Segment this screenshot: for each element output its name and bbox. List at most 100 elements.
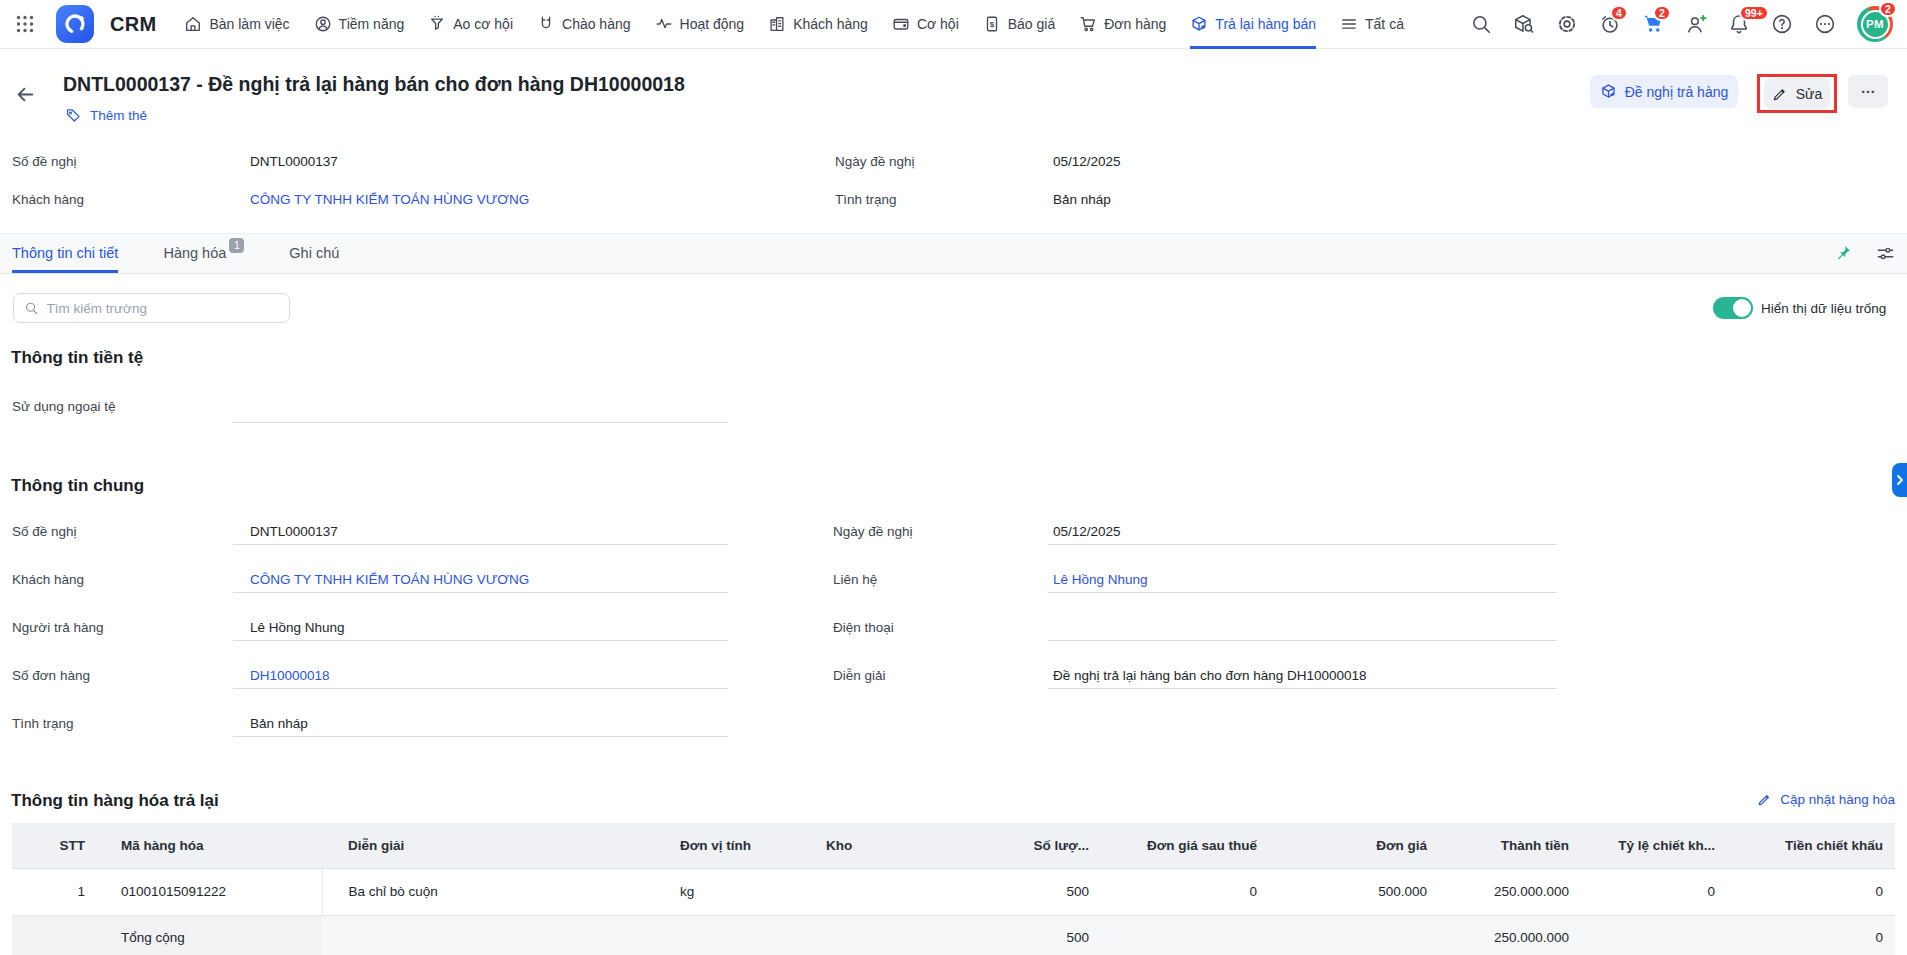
highlight-annotation — [1757, 74, 1837, 113]
avatar-badge: 2 — [1879, 1, 1897, 17]
pencil-icon — [1757, 792, 1772, 807]
reminder-clock-icon[interactable]: 4 — [1599, 13, 1621, 35]
field-value-cell[interactable]: DNTL0000137 — [233, 522, 728, 545]
field-value-cell[interactable] — [1048, 618, 1557, 641]
nav-item-chao-hang[interactable]: Chào hàng — [537, 0, 631, 49]
show-empty-toggle[interactable] — [1713, 297, 1753, 319]
nav-item-tra-lai-hang-ban[interactable]: Trả lại hàng bán — [1190, 0, 1316, 49]
total-label: Tổng cộng — [100, 915, 322, 955]
field-settings-icon[interactable] — [1876, 244, 1895, 263]
tab-thong-tin-chi-tiet[interactable]: Thông tin chi tiết — [12, 234, 118, 273]
nav-item-khach-hang[interactable]: Khách hàng — [768, 0, 868, 49]
nav-item-ban-lam-viec[interactable]: Bàn làm việc — [184, 0, 289, 49]
main-nav: Bàn làm việc Tiềm năng Ao cơ hội Chào hà… — [184, 0, 1403, 49]
notifications-bell-icon[interactable]: 99+ — [1728, 13, 1750, 35]
settings-gear-icon[interactable] — [1556, 13, 1578, 35]
more-actions-button[interactable]: … — [1848, 75, 1888, 108]
nav-item-hoat-dong[interactable]: Hoạt động — [655, 0, 745, 49]
summary-label: Số đề nghị — [12, 154, 77, 169]
add-tag-link[interactable]: Thêm thẻ — [65, 107, 147, 124]
summary-value: 05/12/2025 — [1053, 154, 1121, 169]
col-kho: Kho — [800, 823, 955, 868]
field-label: Điện thoại — [833, 620, 894, 635]
field-label: Sử dụng ngoại tệ — [12, 399, 116, 414]
help-icon[interactable] — [1771, 13, 1793, 35]
app-name: CRM — [110, 13, 156, 36]
field-value-cell[interactable]: Bản nháp — [233, 714, 728, 737]
add-user-icon[interactable] — [1685, 13, 1707, 35]
field-label: Số đề nghị — [12, 524, 77, 539]
field-value-cell[interactable]: Đề nghị trả lại hàng bán cho đơn hàng DH… — [1048, 666, 1557, 689]
user-avatar[interactable]: PM2 — [1857, 6, 1893, 42]
total-discount: 0 — [1723, 915, 1895, 955]
table-footer-row: Tổng cộng 500 250.000.000 0 — [12, 915, 1895, 955]
field-value-cell[interactable]: DH10000018 — [233, 666, 728, 689]
summary-label: Ngày đề nghị — [835, 154, 915, 169]
cart-badge: 2 — [1653, 5, 1671, 21]
pin-icon[interactable] — [1833, 244, 1852, 263]
col-so-luong: Số lượ... — [955, 823, 1097, 868]
col-tien-chiet-khau: Tiền chiết khấu — [1723, 823, 1895, 868]
nav-item-don-hang[interactable]: Đơn hàng — [1079, 0, 1166, 49]
crm-app-logo-icon[interactable] — [56, 5, 94, 43]
field-value-cell[interactable]: CÔNG TY TNHH KIỂM TOÁN HÙNG VƯƠNG — [233, 570, 728, 593]
field-label: Diễn giải — [833, 668, 886, 683]
field-label: Số đơn hàng — [12, 668, 90, 683]
cart-icon[interactable]: 2 — [1642, 13, 1664, 35]
section-title-general: Thông tin chung — [11, 476, 144, 496]
col-ty-le-chiet-khau: Tỷ lệ chiết kh... — [1577, 823, 1723, 868]
customer-link[interactable]: CÔNG TY TNHH KIỂM TOÁN HÙNG VƯƠNG — [250, 572, 529, 587]
field-label: Người trả hàng — [12, 620, 103, 635]
field-label: Liên hệ — [833, 572, 877, 587]
customer-link[interactable]: CÔNG TY TNHH KIỂM TOÁN HÙNG VƯƠNG — [250, 192, 529, 207]
tab-hang-hoa[interactable]: Hàng hóa1 — [163, 234, 244, 273]
field-search-input[interactable] — [47, 301, 279, 316]
nav-item-ao-co-hoi[interactable]: Ao cơ hội — [428, 0, 513, 49]
back-arrow-icon[interactable] — [15, 84, 36, 105]
summary-label: Tình trạng — [835, 192, 897, 207]
app-grid-icon[interactable] — [14, 13, 36, 35]
show-empty-toggle-label: Hiển thị dữ liệu trống — [1761, 301, 1886, 316]
more-options-icon[interactable] — [1814, 13, 1836, 35]
tab-ghi-chu[interactable]: Ghi chú — [289, 234, 339, 273]
col-dien-giai: Diễn giải — [322, 823, 660, 868]
field-value-cell[interactable] — [233, 400, 728, 423]
field-label: Tình trạng — [12, 716, 74, 731]
tab-count-badge: 1 — [229, 238, 244, 253]
search-icon[interactable] — [1470, 13, 1492, 35]
total-amount: 250.000.000 — [1435, 915, 1577, 955]
page-title: DNTL0000137 - Đề nghị trả lại hàng bán c… — [63, 73, 685, 96]
field-label: Khách hàng — [12, 572, 84, 587]
col-don-vi-tinh: Đơn vị tính — [660, 823, 800, 868]
update-items-link[interactable]: Cập nhật hàng hóa — [1757, 792, 1895, 807]
tag-icon — [65, 107, 82, 124]
expand-panel-tab[interactable] — [1892, 463, 1907, 497]
nav-item-tiem-nang[interactable]: Tiềm năng — [314, 0, 405, 49]
items-table: STT Mã hàng hóa Diễn giải Đơn vị tính Kh… — [12, 823, 1895, 955]
field-search-box[interactable] — [13, 293, 290, 323]
search-icon — [24, 300, 39, 316]
nav-item-co-hoi[interactable]: Cơ hội — [892, 0, 959, 49]
order-link[interactable]: DH10000018 — [250, 668, 330, 683]
nav-item-bao-gia[interactable]: $Báo giá — [983, 0, 1055, 49]
col-thanh-tien: Thành tiền — [1435, 823, 1577, 868]
top-navbar: CRM Bàn làm việc Tiềm năng Ao cơ hội Chà… — [0, 0, 1907, 49]
contact-link[interactable]: Lê Hồng Nhung — [1053, 572, 1148, 587]
navbar-actions: 4 2 99+ PM2 — [1470, 6, 1893, 42]
return-box-icon — [1600, 83, 1617, 100]
chevron-right-icon — [1895, 474, 1905, 486]
return-request-button[interactable]: Đề nghị trả hàng — [1590, 75, 1738, 108]
table-row[interactable]: 1 01001015091222 Ba chỉ bò cuộn kg 500 0… — [12, 868, 1895, 915]
product-search-icon[interactable] — [1513, 13, 1535, 35]
detail-tabbar: Thông tin chi tiết Hàng hóa1 Ghi chú — [0, 233, 1907, 274]
table-header-row: STT Mã hàng hóa Diễn giải Đơn vị tính Kh… — [12, 823, 1895, 868]
summary-value: Bản nháp — [1053, 192, 1111, 207]
section-title-items: Thông tin hàng hóa trả lại — [11, 791, 219, 811]
total-quantity: 500 — [955, 915, 1097, 955]
col-ma-hang-hoa: Mã hàng hóa — [100, 823, 322, 868]
field-value-cell[interactable]: Lê Hồng Nhung — [1048, 570, 1557, 593]
field-value-cell[interactable]: 05/12/2025 — [1048, 522, 1557, 545]
nav-item-tat-ca[interactable]: Tất cả — [1340, 0, 1404, 49]
field-value-cell[interactable]: Lê Hồng Nhung — [233, 618, 728, 641]
col-don-gia-sau-thue: Đơn giá sau thuế — [1097, 823, 1265, 868]
